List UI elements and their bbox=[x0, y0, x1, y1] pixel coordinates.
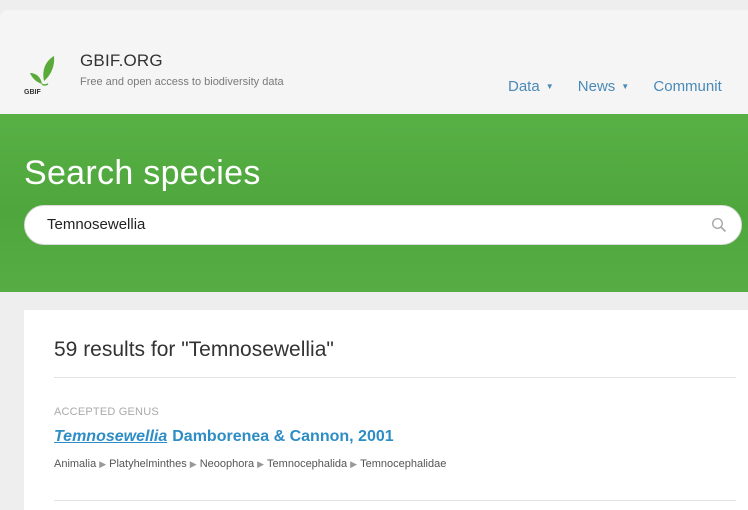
chevron-right-icon: ▶ bbox=[189, 459, 197, 469]
divider bbox=[54, 500, 736, 501]
classification-kingdom[interactable]: Animalia bbox=[54, 458, 96, 470]
classification-order[interactable]: Temnocephalida bbox=[267, 458, 347, 470]
results-count: 59 results for "Temnosewellia" bbox=[54, 338, 334, 361]
caret-down-icon: ▼ bbox=[545, 82, 554, 91]
brand-title[interactable]: GBIF.ORG bbox=[80, 51, 163, 71]
logo-text: GBIF bbox=[24, 89, 41, 96]
divider bbox=[54, 377, 736, 378]
classification-class[interactable]: Neoophora bbox=[200, 458, 254, 470]
result-authorship: Damborenea & Cannon, 2001 bbox=[172, 428, 394, 445]
gbif-logo[interactable]: GBIF bbox=[22, 48, 70, 96]
classification-family[interactable]: Temnocephalidae bbox=[360, 458, 446, 470]
search-hero: Search species bbox=[0, 114, 748, 292]
nav-item-community[interactable]: Communit bbox=[653, 78, 721, 95]
page: GBIF GBIF.ORG Free and open access to bi… bbox=[0, 0, 748, 510]
nav-item-label: Communit bbox=[653, 78, 722, 95]
result-name-line: Temnosewellia Damborenea & Cannon, 2001 bbox=[54, 428, 394, 446]
page-title: Search species bbox=[24, 154, 261, 192]
caret-down-icon: ▼ bbox=[621, 82, 630, 91]
nav-item-label: Data bbox=[508, 78, 540, 95]
result-classification: Animalia ▶ Platyhelminthes ▶ Neoophora ▶ Temno… bbox=[54, 458, 446, 470]
nav-item-data[interactable]: Data ▼ bbox=[508, 78, 554, 95]
results-panel: 59 results for "Temnosewellia" ACCEPTED … bbox=[24, 310, 748, 510]
brand-tagline: Free and open access to biodiversity dat… bbox=[80, 76, 284, 88]
chevron-right-icon: ▶ bbox=[99, 459, 107, 469]
classification-phylum[interactable]: Platyhelminthes bbox=[109, 458, 187, 470]
nav-item-label: News bbox=[577, 78, 616, 95]
chevron-right-icon: ▶ bbox=[257, 459, 265, 469]
search-input[interactable] bbox=[47, 216, 687, 233]
chevron-right-icon: ▶ bbox=[350, 459, 358, 469]
result-rank: ACCEPTED GENUS bbox=[54, 406, 159, 418]
nav-item-news[interactable]: News ▼ bbox=[578, 78, 629, 95]
main-nav: Data ▼ News ▼ Communit bbox=[508, 78, 742, 95]
search-icon[interactable] bbox=[711, 217, 727, 233]
result-name-link[interactable]: Temnosewellia bbox=[54, 428, 167, 445]
search-box bbox=[24, 205, 742, 245]
site-header: GBIF GBIF.ORG Free and open access to bi… bbox=[0, 10, 748, 114]
